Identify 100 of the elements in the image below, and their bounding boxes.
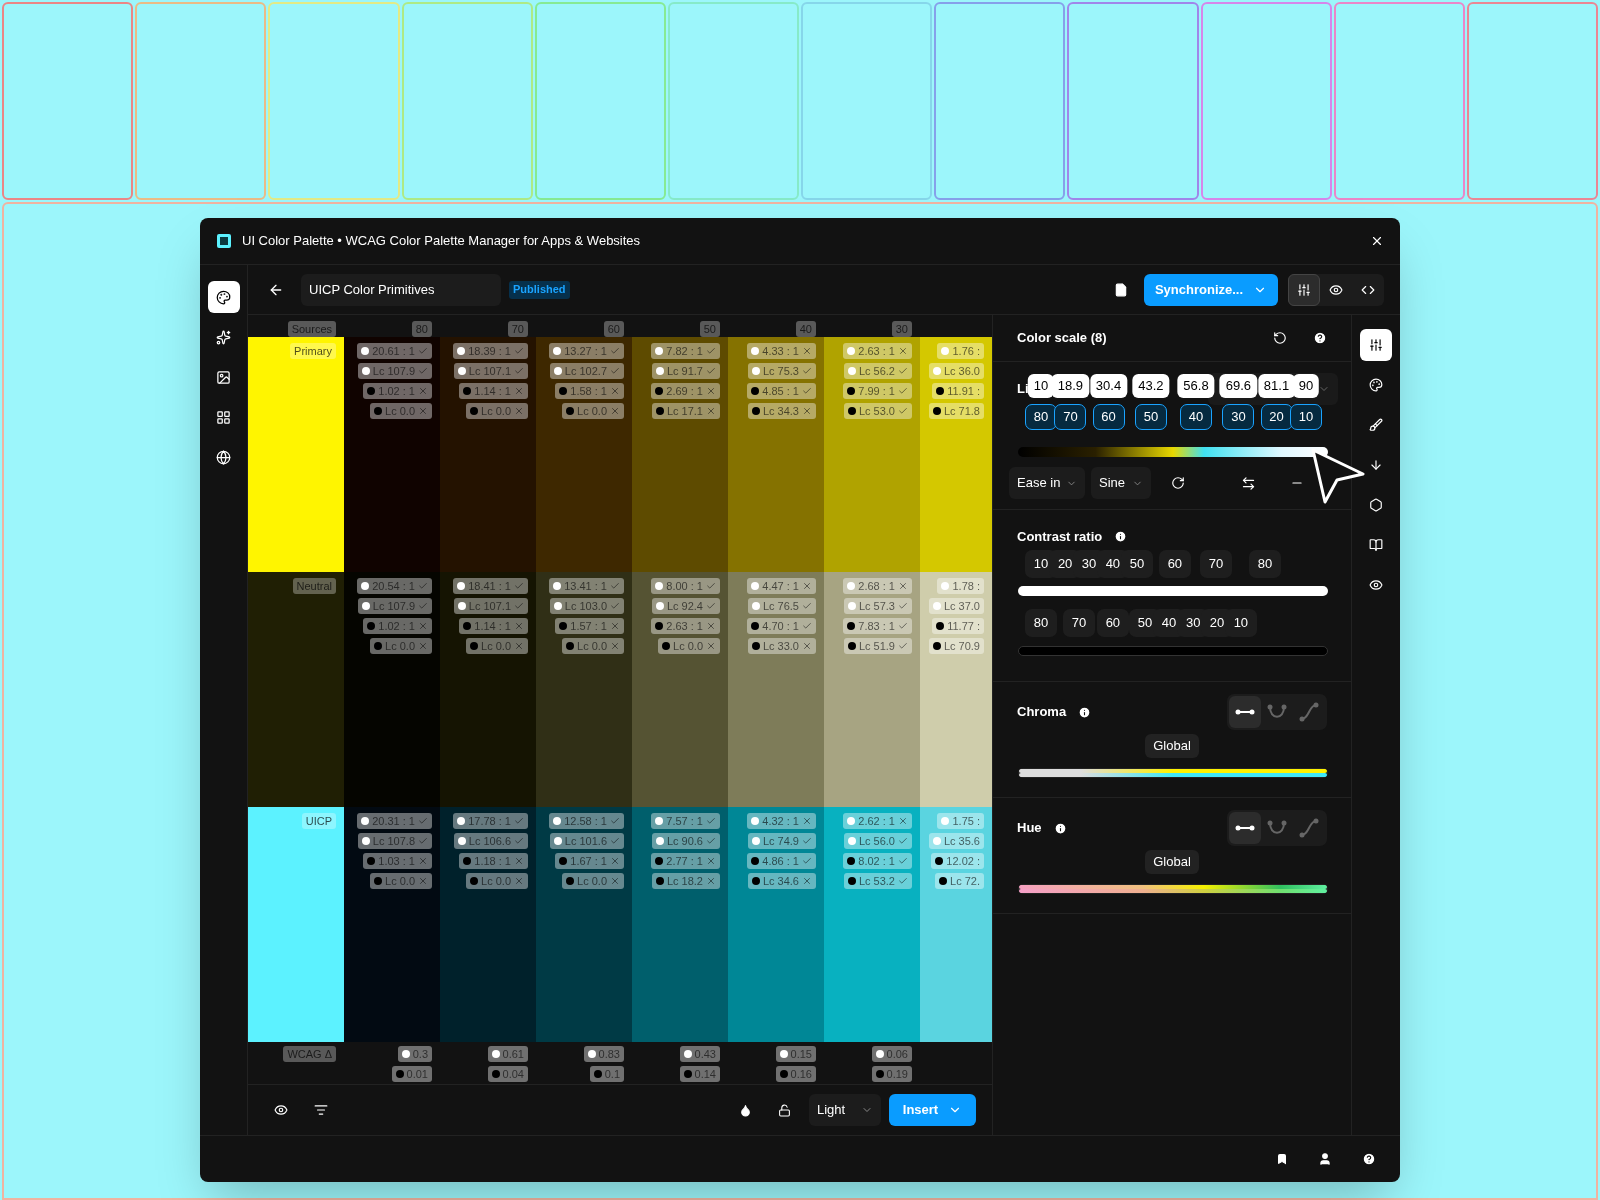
stop-tooltip[interactable]: 70 xyxy=(1063,609,1096,637)
contrast-value: Lc 107.9 xyxy=(372,598,415,614)
stop-handle[interactable]: 70 xyxy=(1054,404,1087,430)
close-icon[interactable] xyxy=(1370,234,1384,248)
help-icon[interactable] xyxy=(1362,1152,1376,1166)
settings-icon[interactable] xyxy=(1288,273,1320,306)
stop-tooltip[interactable]: 60 xyxy=(1158,550,1191,578)
contrast-value: 7.99 : 1 xyxy=(858,383,895,399)
contrast-value: 18.41 : 1 xyxy=(468,578,511,594)
palette-name-field[interactable]: UICP Color Primitives xyxy=(301,273,501,306)
contrast-value: 1.14 : 1 xyxy=(474,618,511,634)
stop-handle[interactable]: 40 xyxy=(1180,404,1212,430)
column-header: 40 xyxy=(795,321,816,337)
contrast-value: 1.76 : xyxy=(952,343,980,359)
contrast-value: Lc 34.3 xyxy=(762,403,799,419)
contrast-value: 12.58 : 1 xyxy=(564,813,607,829)
contrast-value: 0.01 xyxy=(406,1066,428,1082)
contrast-value: Lc 106.6 xyxy=(468,833,511,849)
stop-tooltip[interactable]: 80 xyxy=(1249,550,1282,578)
contrast-value: 13.41 : 1 xyxy=(564,578,607,594)
help-icon[interactable] xyxy=(1313,331,1327,345)
contrast-value: Lc 17.1 xyxy=(666,403,703,419)
reset-icon[interactable] xyxy=(1273,331,1287,345)
stop-tooltip[interactable]: 70 xyxy=(1200,550,1233,578)
hue-track[interactable] xyxy=(1018,884,1328,894)
section-title: Chroma xyxy=(1017,703,1067,722)
stop-handle[interactable]: 10 xyxy=(1290,404,1322,430)
stop-handle[interactable]: 80 xyxy=(1024,404,1057,430)
contrast-value: 0.3 xyxy=(412,1046,428,1062)
contrast-value: Lc 35.6 xyxy=(943,833,980,849)
contrast-value: 2.62 : 1 xyxy=(858,813,895,829)
contrast-value: 11.77 : xyxy=(947,618,980,634)
u-curve-icon xyxy=(1267,704,1287,720)
contrast-value: 20.61 : 1 xyxy=(372,343,415,359)
contrast-value: Lc 76.5 xyxy=(762,598,799,614)
contrast-value: Lc 56.0 xyxy=(858,833,895,849)
contrast-value: 18.39 : 1 xyxy=(468,343,511,359)
lightness-tooltip: 30.4 xyxy=(1089,374,1128,398)
contrast-value: Lc 107.9 xyxy=(372,363,415,379)
row-label: Neutral xyxy=(292,578,336,594)
contrast-value: 4.86 : 1 xyxy=(762,853,799,869)
settings-icon[interactable] xyxy=(1360,329,1392,361)
contrast-value: Lc 72. xyxy=(950,873,980,889)
lightness-tooltip: 56.8 xyxy=(1177,374,1215,398)
stop-tooltip[interactable]: 80 xyxy=(1024,609,1057,637)
stop-handle[interactable]: 50 xyxy=(1134,404,1167,430)
contrast-value: Lc 0.0 xyxy=(673,638,703,654)
bookmark-icon[interactable] xyxy=(1276,1153,1288,1165)
contrast-value: 4.32 : 1 xyxy=(762,813,799,829)
contrast-value: Lc 92.4 xyxy=(666,598,703,614)
contrast-value: 0.1 xyxy=(604,1066,620,1082)
row-label: UICP xyxy=(301,813,336,829)
curve-option[interactable] xyxy=(1229,812,1261,844)
refresh-icon[interactable] xyxy=(1171,476,1185,490)
contrast-value: 0.83 xyxy=(598,1046,620,1062)
contrast-value: 2.68 : 1 xyxy=(858,578,895,594)
section-label: Li xyxy=(1017,380,1029,398)
file-icon[interactable] xyxy=(1114,282,1128,297)
stop-handle[interactable]: 30 xyxy=(1222,404,1255,430)
unlock-icon[interactable] xyxy=(778,1103,791,1117)
contrast-value: Lc 107.1 xyxy=(468,598,511,614)
stop-handle[interactable]: 20 xyxy=(1260,404,1293,430)
row-label: WCAG Δ xyxy=(283,1046,336,1062)
contrast-value: 1.75 : xyxy=(952,813,980,829)
stop-tooltip[interactable]: 60 xyxy=(1096,609,1129,637)
contrast-value: Lc 56.2 xyxy=(858,363,895,379)
easing-select[interactable]: Ease in xyxy=(1009,467,1085,499)
filter-icon[interactable] xyxy=(314,1103,328,1117)
contrast-value: 2.77 : 1 xyxy=(666,853,703,869)
contrast-value: 2.69 : 1 xyxy=(666,383,703,399)
info-icon[interactable] xyxy=(1053,821,1067,835)
mode-select[interactable]: Light xyxy=(809,1094,881,1126)
droplet-icon[interactable] xyxy=(739,1103,752,1117)
swap-icon[interactable] xyxy=(1241,475,1256,491)
stop-handle[interactable]: 60 xyxy=(1092,404,1125,430)
palette-icon[interactable] xyxy=(207,281,240,313)
contrast-value: Lc 0.0 xyxy=(385,403,415,419)
info-icon[interactable] xyxy=(1114,530,1128,544)
info-icon[interactable] xyxy=(1078,705,1092,719)
status-badge: Published xyxy=(509,280,570,299)
eye-icon[interactable] xyxy=(274,1103,288,1117)
curve-select[interactable]: Sine xyxy=(1091,467,1151,499)
contrast-value: 8.00 : 1 xyxy=(666,578,703,594)
lightness-tooltip: 10 xyxy=(1027,374,1055,398)
contrast-value: 2.63 : 1 xyxy=(858,343,895,359)
u-curve-icon xyxy=(1267,820,1287,836)
contrast-value: Lc 71.8 xyxy=(943,403,980,419)
section-title: Hue xyxy=(1017,819,1042,838)
contrast-value: 0.06 xyxy=(886,1046,908,1062)
light-contrast-track[interactable] xyxy=(1018,586,1328,596)
chroma-track[interactable] xyxy=(1018,768,1328,778)
curve-option[interactable] xyxy=(1229,696,1261,728)
dark-contrast-track[interactable] xyxy=(1018,646,1328,656)
lightness-slider-track[interactable] xyxy=(1018,447,1328,457)
contrast-value: Lc 107.1 xyxy=(468,363,511,379)
contrast-value: 7.57 : 1 xyxy=(666,813,703,829)
user-icon[interactable] xyxy=(1318,1152,1332,1166)
contrast-value: 11.91 : xyxy=(947,383,980,399)
panel-title: Color scale (8) xyxy=(1017,329,1107,348)
line-icon xyxy=(1235,823,1255,833)
